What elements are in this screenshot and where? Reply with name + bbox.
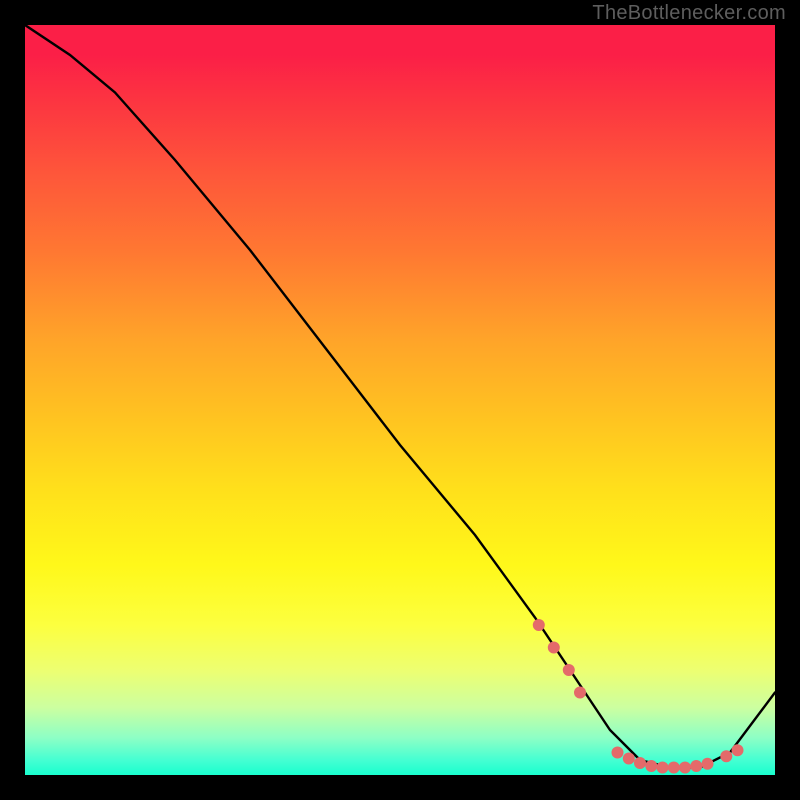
- attribution-text: TheBottlenecker.com: [592, 2, 786, 25]
- highlight-dot: [634, 757, 646, 769]
- highlight-dot: [668, 762, 680, 774]
- highlight-dot: [574, 687, 586, 699]
- highlight-dot: [720, 750, 732, 762]
- highlight-dot: [702, 758, 714, 770]
- highlight-dot: [657, 762, 669, 774]
- plot-area: [25, 25, 775, 775]
- highlight-dot: [548, 642, 560, 654]
- curve-layer: [25, 25, 775, 775]
- highlight-dot: [679, 762, 691, 774]
- highlight-dot: [612, 747, 624, 759]
- chart-stage: TheBottlenecker.com: [0, 0, 800, 800]
- highlight-dot: [645, 760, 657, 772]
- highlight-dot: [690, 760, 702, 772]
- highlight-dot: [563, 664, 575, 676]
- bottleneck-curve: [25, 25, 775, 768]
- highlight-dots: [533, 619, 744, 774]
- highlight-dot: [623, 753, 635, 765]
- highlight-dot: [732, 744, 744, 756]
- highlight-dot: [533, 619, 545, 631]
